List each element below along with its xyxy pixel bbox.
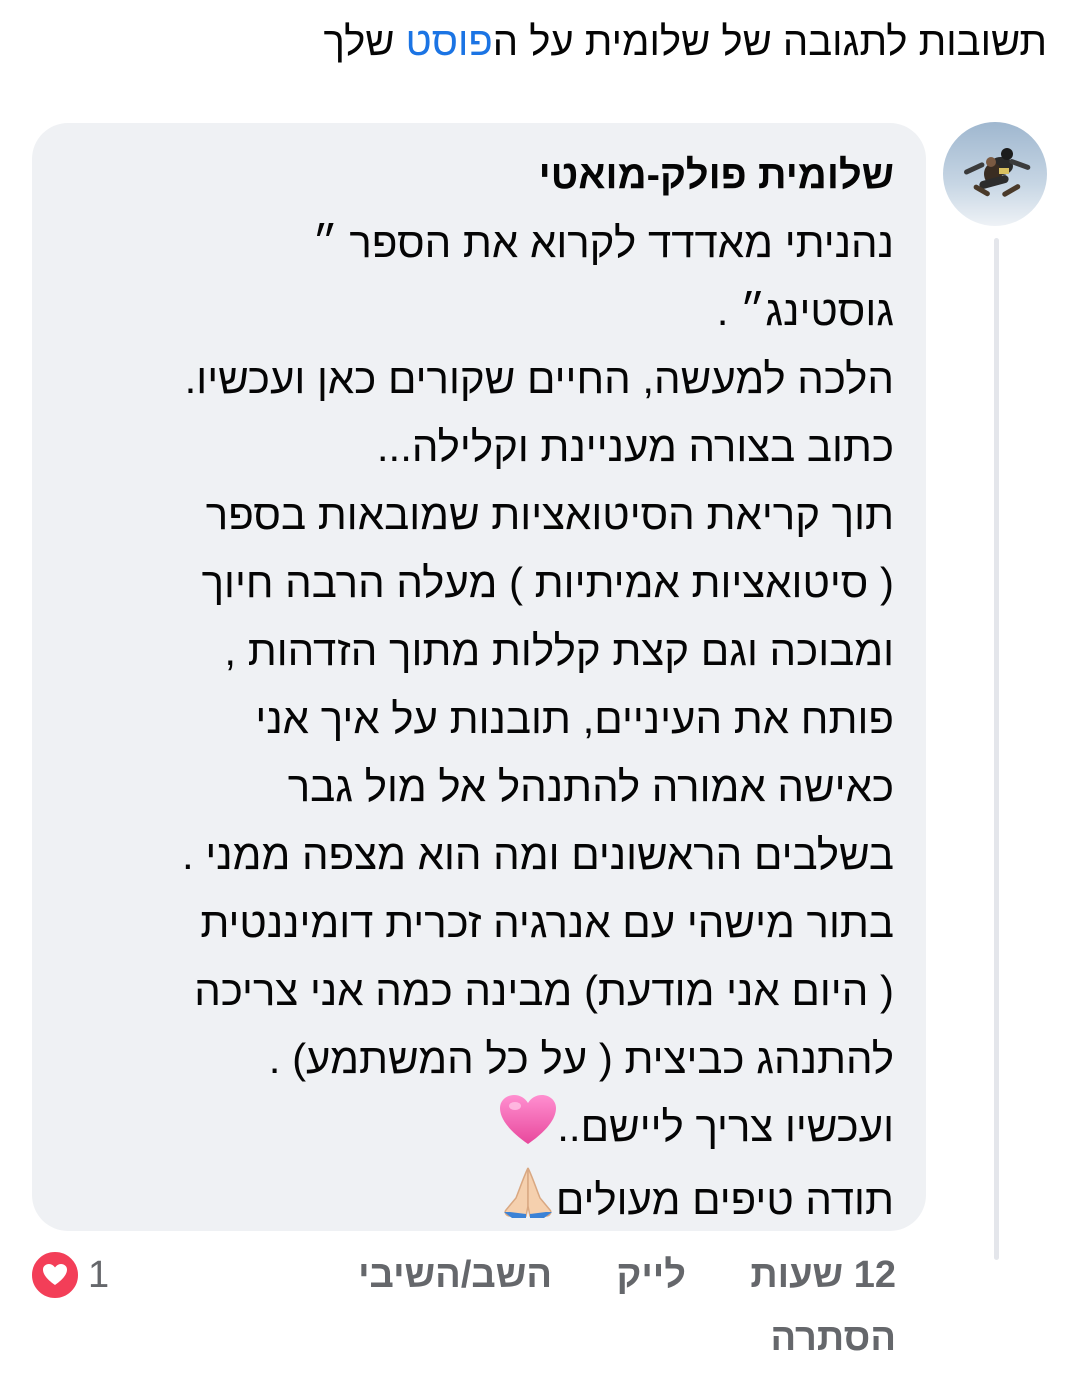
comment-line: בשלבים הראשונים ומה הוא מצפה ממני . — [182, 831, 894, 878]
comment-line: ומבוכה וגם קצת קללות מתוך הזדהות , — [224, 627, 894, 674]
post-link[interactable]: פוסט — [406, 20, 493, 64]
comment-line: להתנהג כביצית ( על כל המשתמע) . — [268, 1035, 894, 1082]
comment-line: הלכה למעשה, החיים שקורים כאן ועכשיו. — [184, 355, 894, 402]
heart-reaction-icon — [30, 1250, 80, 1300]
comment-line: ( היום אני מודעת) מבינה כמה אני צריכה — [194, 967, 894, 1014]
comment-line: כתוב בצורה מעניינת וקלילה... — [376, 423, 894, 470]
comment-line: כאישה אמורה להתנהל אל מול גבר — [287, 763, 894, 810]
comment-actions: 12 שעות לייק השב/השיבי — [196, 1247, 896, 1307]
comment-line: ועכשיו צריך ליישם.. — [557, 1103, 894, 1150]
comment-line: פותח את העיניים, תובנות על איך אני — [255, 695, 894, 742]
like-button[interactable]: לייק — [616, 1247, 686, 1303]
timestamp-link[interactable]: 12 שעות — [750, 1247, 896, 1303]
reaction-count: 1 — [88, 1253, 110, 1296]
comment-line: ( סיטואציות אמיתיות ) מעלה הרבה חיוך — [201, 559, 894, 606]
comment-author[interactable]: שלומית פולק-מואטי — [56, 147, 894, 203]
header-prefix: תשובות לתגובה של שלומית על ה — [492, 20, 1047, 64]
comment-bubble: שלומית פולק-מואטי נהניתי מאדדד לקרוא את … — [32, 123, 926, 1231]
comment-line-with-hands: תודה טיפים מעולים — [56, 1166, 894, 1240]
skydiving-photo-icon — [943, 122, 1047, 226]
pink-heart-icon — [499, 1094, 557, 1166]
page-header: תשובות לתגובה של שלומית על הפוסט שלך — [324, 14, 1047, 70]
header-suffix: שלך — [323, 20, 406, 64]
comment-line: תוך קריאת הסיטואציות שמובאות בספר — [205, 491, 894, 538]
comment-line: נהניתי מאדדד לקרוא את הספר ״ — [312, 219, 894, 266]
folded-hands-icon — [500, 1166, 556, 1240]
hide-button[interactable]: הסתרה — [770, 1308, 896, 1368]
reply-button[interactable]: השב/השיבי — [358, 1247, 552, 1303]
comment-line: בתור מישהי עם אנרגיה זכרית דומיננטית — [200, 899, 894, 946]
comment-line: גוסטינג״ . — [716, 287, 894, 334]
comment-line-with-heart: ועכשיו צריך ליישם.. — [56, 1093, 894, 1166]
comment-line: תודה טיפים מעולים — [555, 1176, 894, 1223]
reactions-summary[interactable]: 1 — [30, 1247, 109, 1303]
comment-body: נהניתי מאדדד לקרוא את הספר ״ גוסטינג״ . … — [56, 209, 894, 1240]
avatar[interactable] — [943, 122, 1047, 226]
thread-line — [994, 238, 999, 1260]
